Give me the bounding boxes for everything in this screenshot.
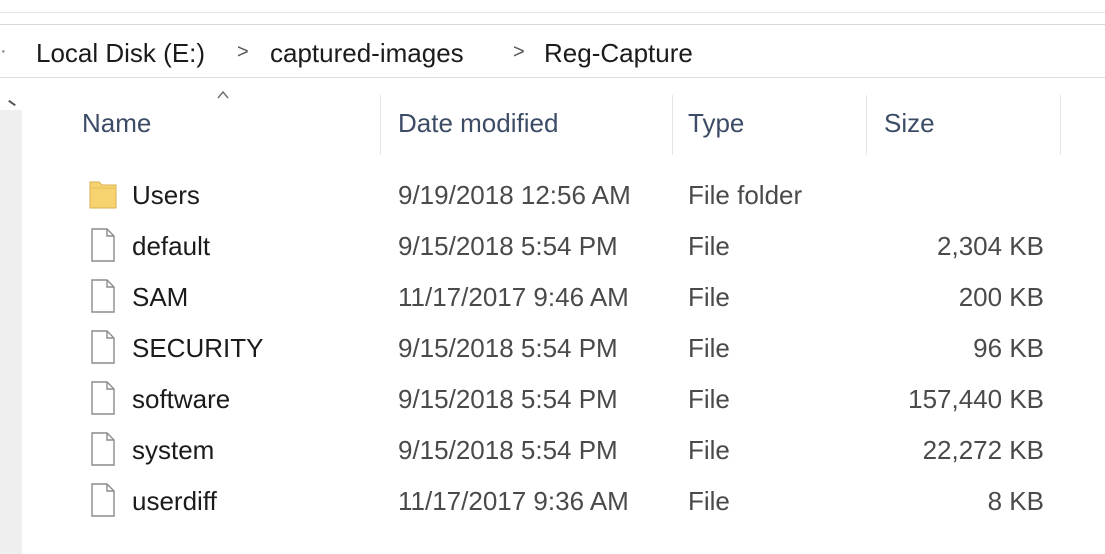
file-size: 22,272 KB [922,435,1044,465]
file-size: 200 KB [958,282,1044,312]
breadcrumb-item-local-disk[interactable]: Local Disk (E:) [36,38,205,69]
file-icon [91,228,115,262]
breadcrumb-item-reg-capture[interactable]: Reg-Capture [544,38,693,69]
column-header-type[interactable]: Type [688,108,744,139]
date-modified: 9/15/2018 5:54 PM [398,333,618,363]
file-icon [91,381,115,415]
file-name: system [132,435,215,465]
navigation-pane-tick [8,99,16,107]
address-bar-edge-mark: · [0,40,7,62]
column-divider[interactable] [672,95,673,155]
column-divider[interactable] [380,95,381,155]
date-modified: 11/17/2017 9:46 AM [398,282,629,312]
file-name: SECURITY [132,333,264,363]
date-modified: 9/15/2018 5:54 PM [398,384,618,414]
breadcrumb-separator: > [513,41,525,63]
file-size: 2,304 KB [937,231,1044,261]
file-icon [91,279,115,313]
file-name: userdiff [132,486,217,516]
column-header-size[interactable]: Size [884,108,935,139]
column-divider[interactable] [866,95,867,155]
file-name: SAM [132,282,189,312]
column-header-date-modified[interactable]: Date modified [398,108,558,139]
file-type: File [688,282,730,312]
file-name: default [132,231,211,261]
date-modified: 9/15/2018 5:54 PM [398,435,618,465]
file-type: File folder [688,180,803,210]
date-modified: 9/15/2018 5:54 PM [398,231,618,261]
file-type: File [688,384,730,414]
file-type: File [688,231,730,261]
column-divider[interactable] [1060,95,1061,155]
file-row-userdiff[interactable]: userdiff 11/17/2017 9:36 AM File 8 KB [80,476,1065,526]
window-top-rule [0,12,1105,13]
breadcrumb-item-captured-images[interactable]: captured-images [270,38,464,69]
file-size: 157,440 KB [908,384,1044,414]
file-type: File [688,486,730,516]
navigation-pane-edge[interactable] [0,110,22,554]
folder-icon [89,181,117,209]
file-size: 96 KB [973,333,1044,363]
file-size: 8 KB [987,486,1044,516]
column-header-name[interactable]: Name [82,108,151,139]
breadcrumb-separator: > [237,41,249,63]
file-type: File [688,333,730,363]
date-modified: 11/17/2017 9:36 AM [398,486,629,516]
file-icon [91,483,115,517]
file-name: Users [132,180,200,210]
sort-ascending-icon [217,90,229,99]
date-modified: 9/19/2018 12:56 AM [398,180,631,210]
file-row-users[interactable]: Users 9/19/2018 12:56 AM File folder [80,170,1065,220]
file-row-default[interactable]: default 9/15/2018 5:54 PM File 2,304 KB [80,221,1065,271]
file-row-sam[interactable]: SAM 11/17/2017 9:46 AM File 200 KB [80,272,1065,322]
file-icon [91,432,115,466]
file-row-security[interactable]: SECURITY 9/15/2018 5:54 PM File 96 KB [80,323,1065,373]
file-row-software[interactable]: software 9/15/2018 5:54 PM File 157,440 … [80,374,1065,424]
file-type: File [688,435,730,465]
file-name: software [132,384,231,414]
file-icon [91,330,115,364]
file-row-system[interactable]: system 9/15/2018 5:54 PM File 22,272 KB [80,425,1065,475]
